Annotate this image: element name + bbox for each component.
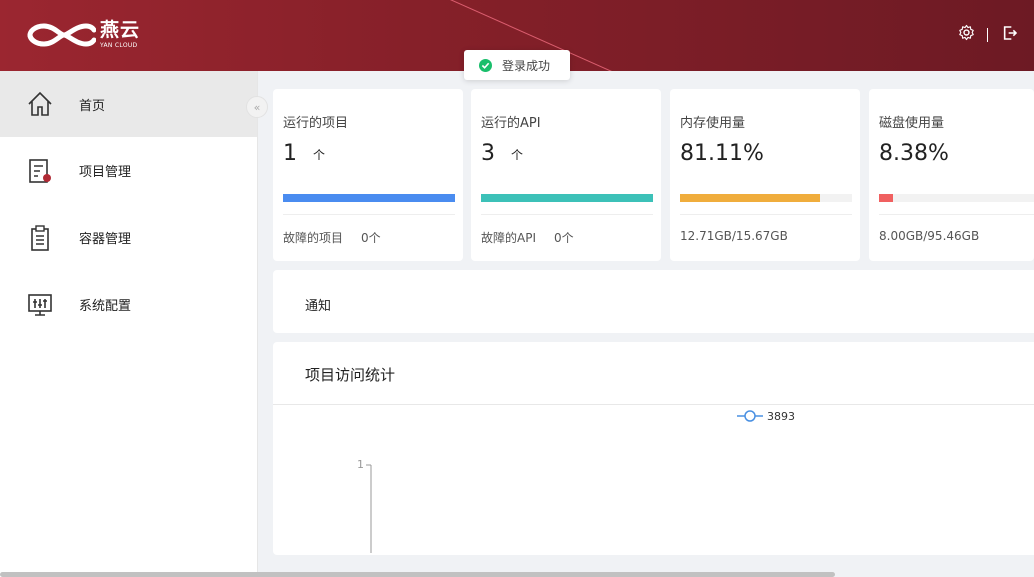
divider — [879, 214, 1034, 215]
sidebar-item-label: 首页 — [79, 98, 106, 114]
footer-label: 8.00GB/95.46GB — [879, 229, 980, 243]
progress-fill — [879, 194, 894, 202]
progress-fill — [283, 194, 455, 202]
sidebar-item-label: 项目管理 — [79, 165, 132, 180]
progress-bar — [879, 194, 1034, 202]
stat-card-memory-usage: 内存使用量 81.11% 12.71GB/15.67GB — [670, 89, 860, 261]
clipboard-icon — [26, 224, 54, 252]
toast-message: 登录成功 — [502, 58, 551, 73]
stat-card-running-projects: 运行的项目 1 个 故障的项目 0个 — [273, 89, 463, 261]
legend-label: 3893 — [767, 410, 795, 423]
logout-icon[interactable] — [1002, 25, 1018, 45]
project-icon — [26, 157, 54, 185]
stat-card-running-apis: 运行的API 3 个 故障的API 0个 — [471, 89, 661, 261]
footer-label: 故障的项目 — [283, 231, 344, 245]
visit-chart: 3893 1 — [357, 410, 795, 553]
stat-title: 磁盘使用量 — [879, 116, 945, 131]
footer-value: 0个 — [554, 231, 574, 245]
stat-value: 3 — [481, 141, 495, 166]
header-divider — [987, 27, 988, 42]
login-success-toast: 登录成功 — [464, 50, 570, 80]
divider — [283, 214, 455, 215]
sidebar-item-home[interactable]: 首页 — [0, 71, 257, 137]
divider — [680, 214, 852, 215]
progress-bar — [680, 194, 852, 202]
brand-name-cn: 燕云 — [100, 19, 141, 41]
brand-name-en: YAN CLOUD — [100, 42, 138, 49]
progress-bar — [283, 194, 455, 202]
progress-fill — [680, 194, 820, 202]
stat-value: 8.38% — [879, 141, 949, 166]
collapse-sidebar-button[interactable]: « — [246, 96, 268, 118]
stat-unit: 个 — [511, 147, 524, 162]
notice-title: 通知 — [305, 299, 332, 314]
stat-title: 运行的项目 — [283, 116, 349, 131]
footer-value: 0个 — [361, 231, 381, 245]
sidebar: 首页 项目管理 容器管理 系统配置 « — [0, 71, 268, 577]
stat-card-disk-usage: 磁盘使用量 8.38% 8.00GB/95.46GB — [869, 89, 1034, 261]
progress-bar — [481, 194, 653, 202]
notice-card: 通知 — [273, 270, 1034, 333]
check-circle-icon — [479, 58, 492, 72]
sidebar-item-label: 容器管理 — [79, 232, 132, 247]
legend-marker — [744, 410, 756, 422]
sidebar-item-system-config[interactable]: 系统配置 — [0, 271, 257, 338]
y-tick-label: 1 — [357, 458, 364, 471]
footer-label: 故障的API — [481, 231, 536, 245]
stat-value: 81.11% — [680, 141, 764, 166]
stat-value: 1 — [283, 141, 297, 166]
chart-legend[interactable]: 3893 — [737, 410, 795, 423]
horizontal-scrollbar[interactable] — [0, 572, 835, 577]
brand-logo[interactable]: 燕云 YAN CLOUD — [26, 20, 140, 50]
visit-stats-title: 项目访问统计 — [305, 366, 396, 384]
infinity-logo-icon — [27, 23, 96, 47]
visit-stats-card: 项目访问统计 3893 1 — [273, 342, 1034, 555]
sidebar-item-project-management[interactable]: 项目管理 — [0, 137, 257, 204]
sidebar-item-label: 系统配置 — [79, 299, 132, 314]
gear-icon[interactable] — [958, 24, 975, 45]
stat-title: 内存使用量 — [680, 116, 746, 131]
sidebar-item-container-management[interactable]: 容器管理 — [0, 204, 257, 271]
home-icon — [26, 90, 54, 118]
progress-fill — [481, 194, 653, 202]
stat-title: 运行的API — [481, 116, 541, 131]
footer-label: 12.71GB/15.67GB — [680, 229, 788, 243]
stat-unit: 个 — [313, 147, 326, 162]
settings-panel-icon — [26, 291, 54, 319]
divider — [481, 214, 653, 215]
